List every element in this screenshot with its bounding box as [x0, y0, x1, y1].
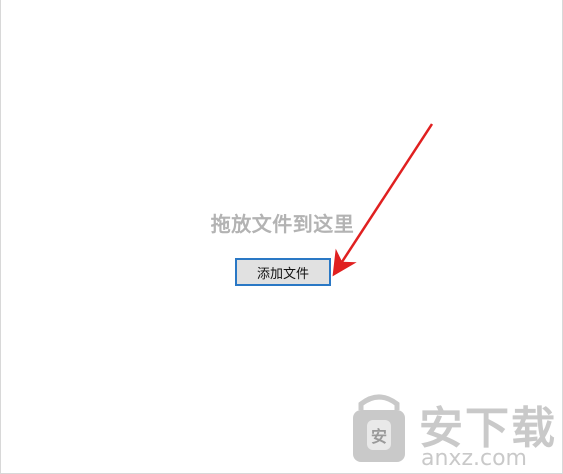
add-file-button[interactable]: 添加文件 [235, 258, 331, 286]
watermark-domain: anxz.com [421, 446, 527, 471]
drop-hint-text: 拖放文件到这里 [210, 212, 355, 236]
shield-icon-text: 安 [371, 427, 387, 446]
shield-lock-icon: 安 [353, 394, 405, 462]
watermark: 安 安下载 anxz.com [343, 388, 561, 472]
drop-zone-window[interactable]: 拖放文件到这里 添加文件 安 安下载 anxz.com [0, 0, 563, 474]
arrow-line [332, 123, 434, 277]
